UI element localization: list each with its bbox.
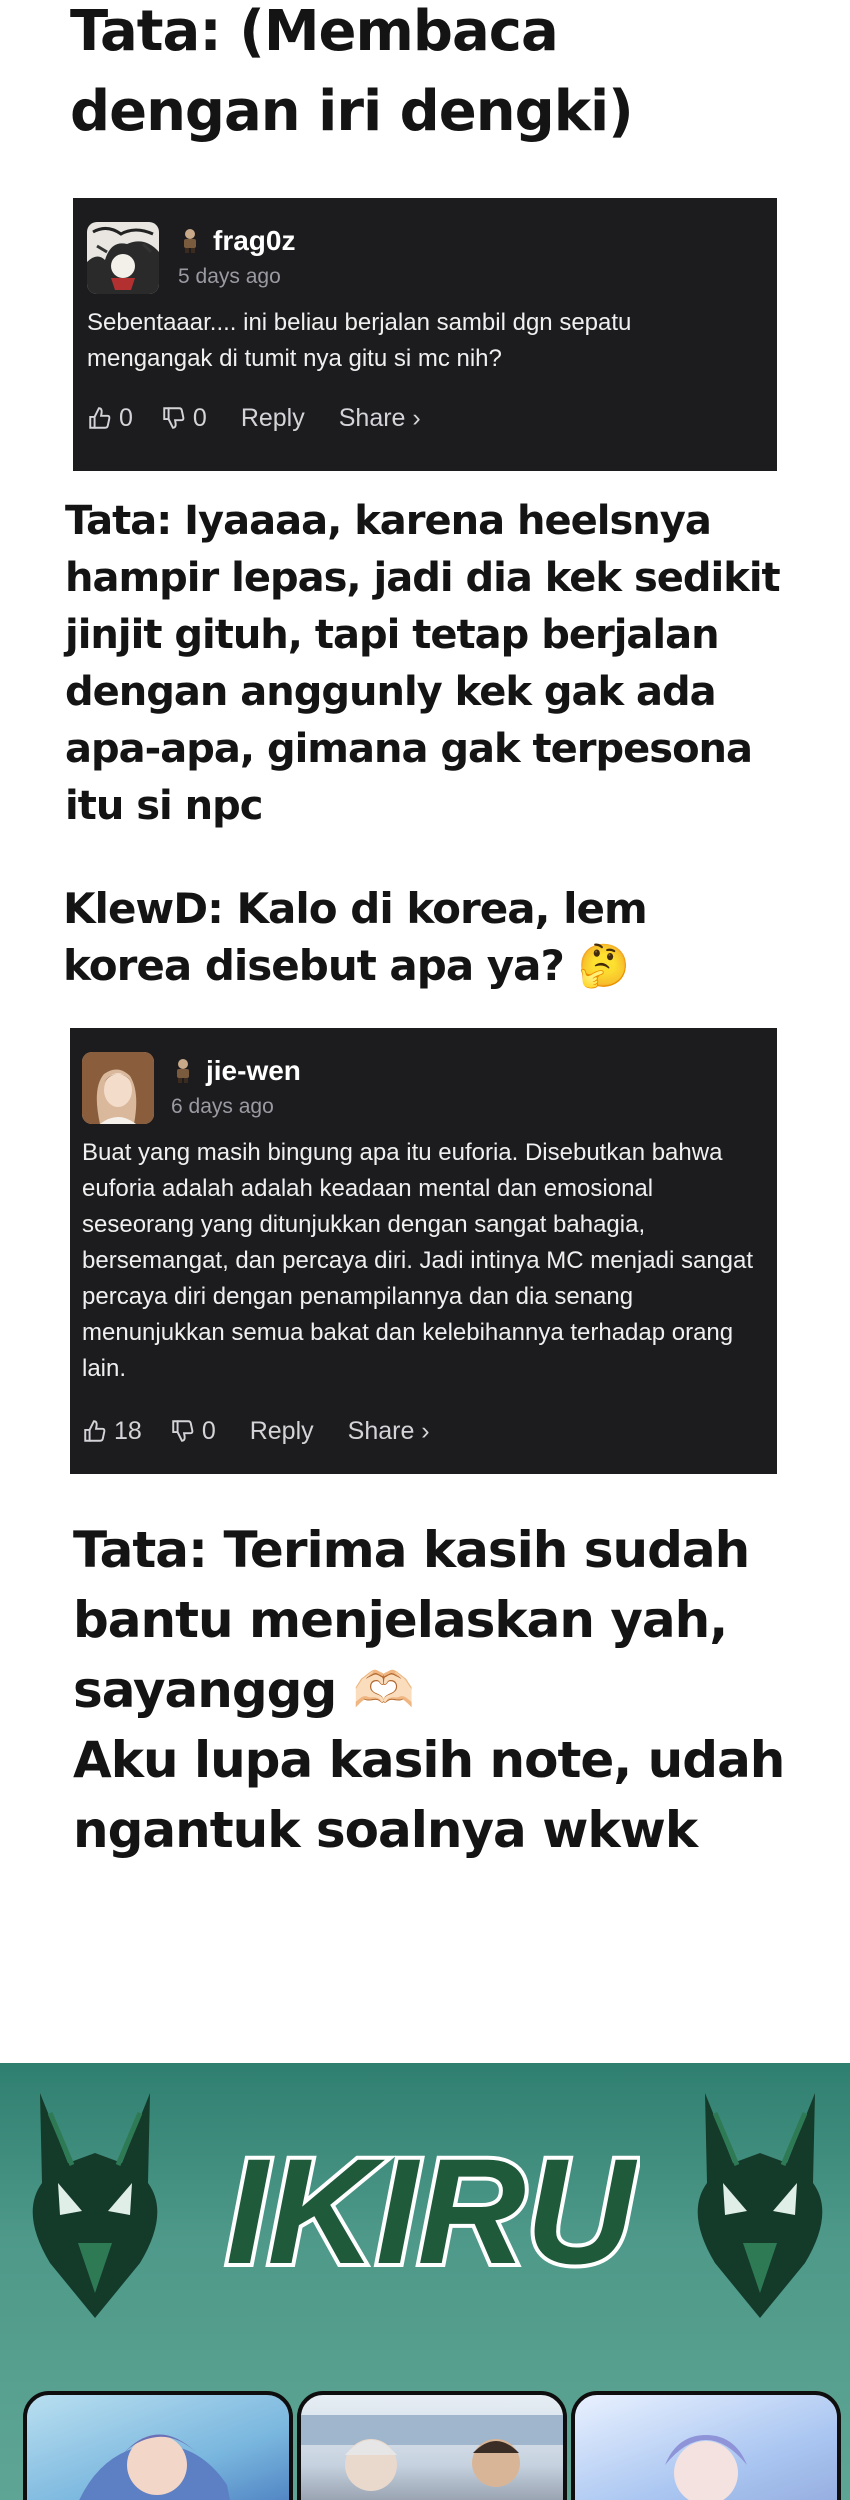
note-tata-thanks: Tata: Terima kasih sudah bantu menjelask… — [73, 1515, 793, 1865]
dislike-count: 0 — [192, 403, 207, 432]
ikiru-logo-text: IKIRU — [226, 2127, 638, 2295]
jackal-mask-icon — [32, 2093, 158, 2318]
manga-cover-3[interactable] — [571, 2391, 841, 2500]
comment-actions: 0 0 Reply Share › — [87, 398, 421, 438]
dislike-button[interactable]: 0 — [170, 1417, 216, 1446]
comment-actions: 18 0 Reply Share › — [82, 1411, 430, 1451]
comment-text: Sebentaaar.... ini beliau berjalan sambi… — [87, 309, 632, 372]
manga-cover-2[interactable] — [297, 2391, 567, 2500]
note-tata-intro: Tata: (Membaca dengan iri dengki) — [70, 0, 634, 144]
avatar-photo-icon[interactable] — [82, 1052, 154, 1124]
jackal-mask-icon — [697, 2093, 823, 2318]
like-count: 0 — [119, 403, 133, 432]
comment-card: frag0z 5 days ago Sebentaaar.... ini bel… — [73, 198, 777, 471]
reply-button[interactable]: Reply — [250, 1417, 314, 1446]
rank-badge-icon — [179, 228, 201, 254]
thumbs-up-icon — [84, 1420, 106, 1442]
thumbs-down-icon — [163, 407, 185, 429]
comment-timestamp: 5 days ago — [178, 265, 281, 288]
note-tata-thanks-line-2: Aku lupa kasih note, udah ngantuk soalny… — [73, 1731, 785, 1859]
note-tata-reply: Tata: Iyaaaa, karena heelsnya hampir lep… — [65, 498, 781, 829]
comment-timestamp: 6 days ago — [171, 1095, 274, 1118]
manga-cover-1[interactable] — [23, 2391, 293, 2500]
share-button[interactable]: Share › — [339, 404, 421, 433]
comment-username[interactable]: jie-wen — [206, 1055, 301, 1087]
like-count: 18 — [114, 1416, 142, 1445]
note-klewd-question: KlewD: Kalo di korea, lem korea disebut … — [63, 884, 648, 990]
share-button[interactable]: Share › — [348, 1417, 430, 1446]
comment-text: Buat yang masih bingung apa itu euforia.… — [82, 1139, 754, 1382]
ikiru-banner[interactable]: IKIRU — [0, 2063, 850, 2500]
dislike-count: 0 — [201, 1416, 216, 1445]
like-button[interactable]: 0 — [87, 404, 133, 433]
ikiru-logo: IKIRU — [222, 2123, 640, 2299]
rank-badge-icon — [172, 1058, 194, 1084]
thumbs-up-icon — [89, 407, 111, 429]
note-tata-thanks-line-1: Tata: Terima kasih sudah bantu menjelask… — [73, 1521, 750, 1719]
avatar-manga-icon[interactable] — [87, 222, 159, 294]
thumbs-down-icon — [172, 1420, 194, 1442]
like-button[interactable]: 18 — [82, 1417, 142, 1446]
comment-card: jie-wen 6 days ago Buat yang masih bingu… — [70, 1028, 777, 1474]
dislike-button[interactable]: 0 — [161, 404, 207, 433]
comment-username[interactable]: frag0z — [213, 225, 295, 257]
reply-button[interactable]: Reply — [241, 404, 305, 433]
